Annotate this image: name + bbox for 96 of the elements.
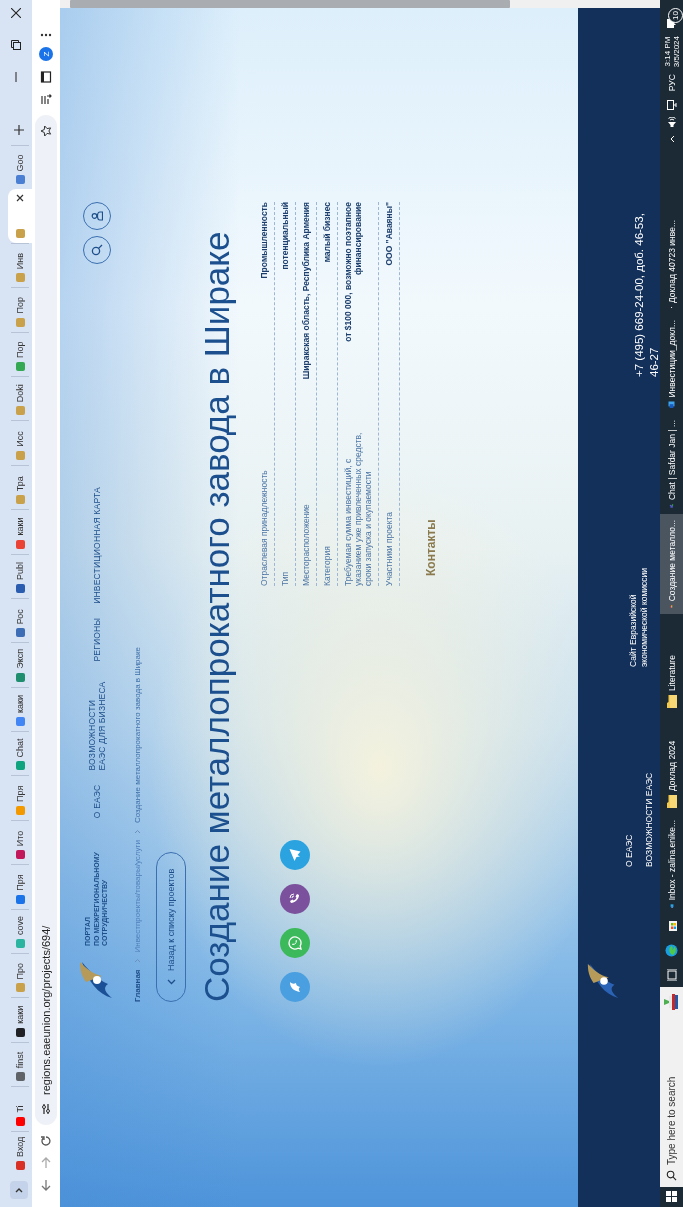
detail-label: Участники проекта	[384, 510, 394, 586]
close-icon[interactable]	[11, 8, 21, 18]
search-field[interactable]: Type here to search	[660, 987, 683, 1187]
chat-phone-icon	[288, 936, 302, 950]
browser-tab[interactable]: Chat	[11, 731, 29, 776]
browser-tab[interactable]: finst	[11, 1041, 29, 1087]
reload-icon[interactable]	[40, 1135, 52, 1147]
browser-tab[interactable]: Пря	[11, 864, 29, 909]
restore-icon[interactable]	[11, 40, 21, 50]
bookmark-star-icon[interactable]	[40, 125, 52, 137]
folder-icon	[666, 795, 677, 808]
bird-icon	[288, 980, 302, 994]
site-info-icon[interactable]	[40, 1103, 52, 1115]
user-icon	[91, 210, 103, 222]
viber-share-button[interactable]	[280, 884, 310, 914]
taskbar-button[interactable]: Chat | Safdar Jan | ...	[660, 414, 683, 514]
taskbar-button[interactable]: Доклад 2024	[660, 714, 683, 814]
chevron-up-icon[interactable]	[668, 135, 675, 144]
nav-link[interactable]: ИНВЕСТИЦИОННАЯ КАРТА	[92, 487, 102, 604]
chevron-icon	[15, 1186, 23, 1194]
nav-link[interactable]: ВОЗМОЖНОСТИ ЕАЭС ДЛЯ БИЗНЕСА	[87, 675, 107, 771]
page-title: Создание металлопрокатного завода в Шираке	[196, 231, 237, 1002]
profile-avatar[interactable]: Z	[39, 47, 53, 61]
paper-plane-icon	[288, 848, 302, 862]
search-highlight-icon	[663, 993, 679, 1011]
speaker-icon[interactable]	[666, 117, 677, 129]
chevron-icon	[134, 958, 141, 964]
detail-value: потенциальный	[280, 202, 290, 270]
bird-share-button[interactable]	[280, 972, 310, 1002]
browser-tab[interactable]: каки	[11, 509, 29, 554]
reading-list-icon[interactable]	[40, 93, 52, 105]
browser-tab[interactable]: Publ	[11, 553, 29, 598]
network-icon[interactable]	[666, 98, 677, 111]
notification-count: 10	[668, 8, 683, 23]
close-icon[interactable]	[16, 194, 24, 203]
detail-value: малый бизнес	[322, 202, 332, 263]
swirl-icon	[665, 944, 678, 957]
browser-tab[interactable]: Тра	[11, 464, 29, 510]
folder-icon	[666, 695, 677, 708]
browser-tab[interactable]: Вход	[11, 1130, 29, 1175]
breadcrumb-link[interactable]: Создание металлопрокатного завода в Шираке	[133, 646, 142, 824]
detail-label: Отраслевая принадлежность	[259, 469, 269, 586]
taskbar-button[interactable]: Inbox - zalina.enike...	[660, 814, 683, 914]
contacts-heading: Контакты	[424, 518, 438, 576]
clock-date[interactable]: 3/5/2024	[671, 36, 681, 68]
window-icon[interactable]	[40, 71, 52, 83]
detail-label: Категория	[322, 545, 332, 586]
nav-link[interactable]: О ЕАЭС	[92, 784, 102, 819]
address-bar[interactable]: regions.eaeunion.org/projects/694/	[35, 115, 57, 1125]
tab-list-button[interactable]	[10, 1181, 28, 1199]
browser-tab[interactable]: Исс	[11, 420, 29, 465]
search-icon	[666, 1170, 677, 1181]
detail-label: Требуемая сумма инвестиций, с указанием уже привлеченных средств, сроки запуска и окупаемости	[343, 431, 373, 586]
browser-tab[interactable]: cove	[11, 908, 29, 954]
telegram-share-button[interactable]	[280, 840, 310, 870]
phone-number: +7 (495) 669-24-00, доб. 46-53, 46-27	[632, 212, 661, 377]
scrollbar-thumb[interactable]	[70, 0, 510, 8]
notifications-button[interactable]: 10	[660, 4, 683, 29]
browser-tab[interactable]: каки	[11, 997, 29, 1042]
browser-tab[interactable]: Про	[11, 953, 29, 998]
language-indicator[interactable]: РУС	[666, 74, 677, 92]
back-icon[interactable]	[40, 1179, 52, 1191]
chevron-icon	[134, 829, 141, 835]
taskbar-button[interactable]: Инвестиции_докл...	[660, 314, 683, 414]
browser-tab[interactable]: Эксп	[11, 642, 29, 687]
taskbar-button[interactable]: Literature	[660, 614, 683, 714]
taskbar-button[interactable]: Создание металло...	[660, 514, 683, 614]
clock-time[interactable]: 3:14 PM	[662, 36, 672, 67]
browser-tab[interactable]: Ито	[11, 819, 29, 865]
browser-tab[interactable]: Пря	[11, 775, 29, 820]
browser-tab[interactable]: Пор	[11, 287, 29, 332]
breadcrumb-link[interactable]: Главная	[133, 969, 142, 1002]
detail-value: Ширакская область, Республика Армения	[301, 202, 311, 380]
browser-tab[interactable]: Рос	[11, 597, 29, 643]
browser-tab[interactable]: Ti	[11, 1086, 29, 1131]
commission-site-link[interactable]: Сайт Евразийской экономической комиссии	[628, 552, 650, 667]
chevron-left-icon	[166, 979, 176, 985]
url-text: regions.eaeunion.org/projects/694/	[40, 925, 52, 1095]
browser-tab[interactable]: каки	[11, 686, 29, 732]
windows-icon	[666, 1191, 677, 1203]
footer-link[interactable]: О ЕАЭС	[624, 667, 634, 867]
detail-value: ООО "Аваяны"	[384, 202, 394, 266]
browser-tab[interactable]: Goo	[11, 145, 29, 190]
menu-icon[interactable]	[40, 33, 52, 37]
taskbar-button[interactable]: Доклад 40723 инве...	[660, 214, 683, 314]
browser-tab[interactable]: Doki	[11, 375, 29, 421]
footer-link[interactable]: ВОЗМОЖНОСТИ ЕАЭС	[644, 667, 654, 867]
phone-icon	[288, 892, 302, 906]
plus-icon[interactable]	[14, 125, 24, 135]
task-view-icon	[665, 969, 678, 981]
nav-link[interactable]: РЕГИОНЫ	[92, 617, 102, 662]
detail-value: Промышленность	[259, 202, 269, 279]
detail-label: Тип	[280, 570, 290, 586]
search-icon	[91, 244, 103, 256]
browser-tab[interactable]: Пор	[11, 331, 29, 376]
detail-label: Месторасположение	[301, 503, 311, 586]
